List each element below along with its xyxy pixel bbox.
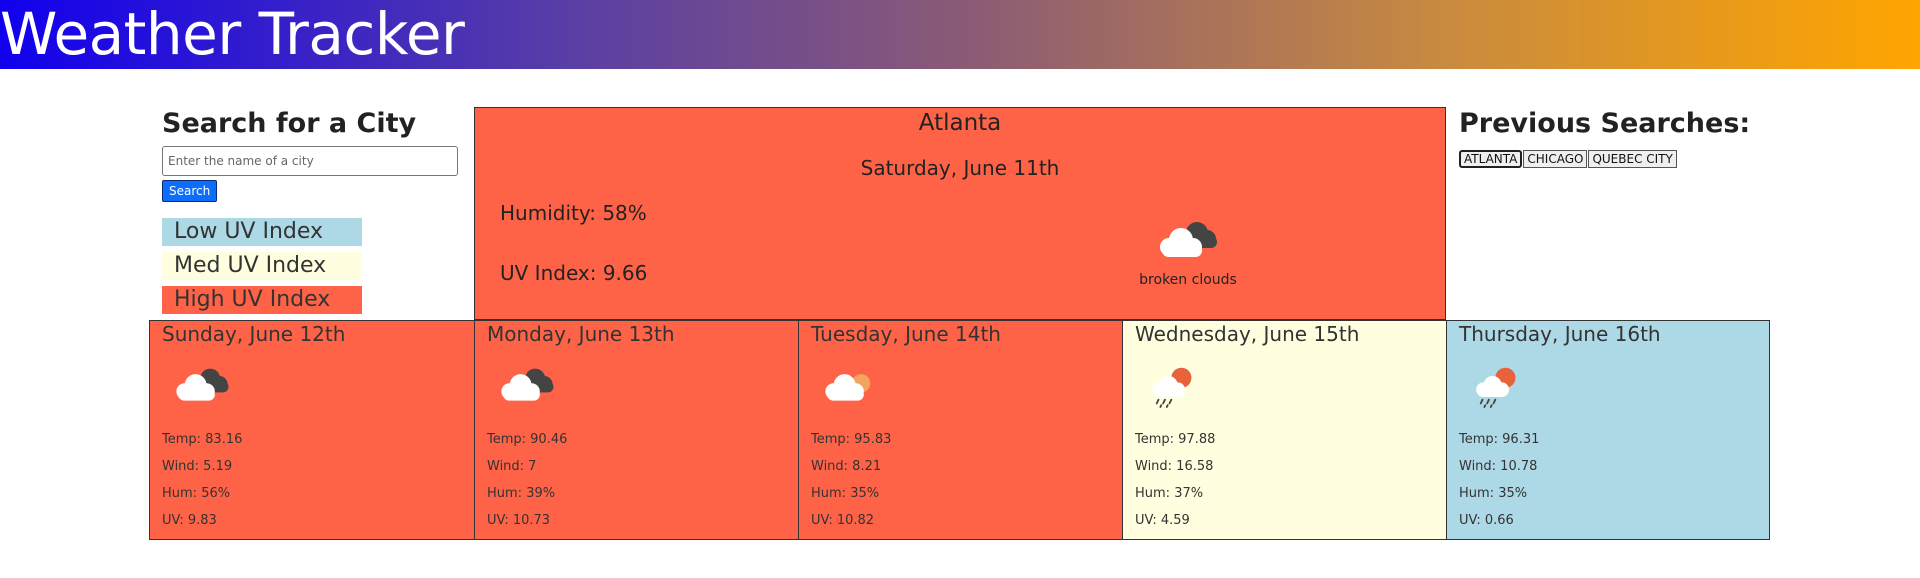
forecast-temp: Temp: 97.88 xyxy=(1135,432,1216,447)
forecast-date: Tuesday, June 14th xyxy=(811,322,1001,346)
forecast-temp: Temp: 95.83 xyxy=(811,432,892,447)
forecast-card: Wednesday, June 15th Temp: 97.88 Wind: 16.… xyxy=(1122,320,1447,540)
forecast-temp: Temp: 96.31 xyxy=(1459,432,1540,447)
previous-searches-list: ATLANTA CHICAGO QUEBEC CITY xyxy=(1459,150,1750,168)
forecast-card: Sunday, June 12th Temp: 83.16 Wind: 5.19 Hu… xyxy=(149,320,475,540)
forecast-date: Monday, June 13th xyxy=(487,322,675,346)
forecast-uv: UV: 10.82 xyxy=(811,513,875,528)
previous-searches-title: Previous Searches: xyxy=(1459,108,1751,139)
few-clouds-icon xyxy=(819,363,883,413)
forecast-wind: Wind: 8.21 xyxy=(811,459,882,474)
forecast-temp: Temp: 83.16 xyxy=(162,432,243,447)
broken-clouds-icon xyxy=(495,363,559,413)
broken-clouds-icon xyxy=(170,363,234,413)
current-uv-index: UV Index: 9.66 xyxy=(500,261,648,285)
forecast-wind: Wind: 10.78 xyxy=(1459,459,1538,474)
forecast-hum: Hum: 37% xyxy=(1135,486,1204,501)
sun-rain-icon xyxy=(1467,363,1531,413)
forecast-hum: Hum: 39% xyxy=(487,486,556,501)
page-title: Weather Tracker xyxy=(0,0,465,68)
current-weather-icon-wrap: broken clouds xyxy=(1123,216,1253,288)
uv-legend: Low UV Index Med UV Index High UV Index xyxy=(162,218,362,320)
forecast-hum: Hum: 35% xyxy=(811,486,880,501)
sun-rain-icon xyxy=(1143,363,1207,413)
broken-clouds-icon xyxy=(1160,222,1217,257)
forecast-uv: UV: 10.73 xyxy=(487,513,551,528)
current-date: Saturday, June 11th xyxy=(860,156,1060,180)
history-button-atlanta[interactable]: ATLANTA xyxy=(1459,150,1523,168)
city-search-input[interactable] xyxy=(162,146,458,176)
legend-low-uv: Low UV Index xyxy=(162,218,362,246)
forecast-date: Thursday, June 16th xyxy=(1459,322,1661,346)
forecast-card: Thursday, June 16th Temp: 96.31 Wind: 10.7… xyxy=(1446,320,1770,540)
forecast-uv: UV: 0.66 xyxy=(1459,513,1514,528)
search-panel: Search for a City Search Low UV Index Me… xyxy=(162,106,462,314)
current-humidity: Humidity: 58% xyxy=(500,201,647,225)
forecast-card: Tuesday, June 14th Temp: 95.83 Wind: 8.21 H… xyxy=(798,320,1123,540)
current-city: Atlanta xyxy=(918,110,1002,136)
current-weather-description: broken clouds xyxy=(1139,272,1237,288)
forecast-hum: Hum: 35% xyxy=(1459,486,1528,501)
forecast-hum: Hum: 56% xyxy=(162,486,231,501)
forecast-date: Wednesday, June 15th xyxy=(1135,322,1360,346)
forecast-wind: Wind: 7 xyxy=(487,459,537,474)
legend-high-uv: High UV Index xyxy=(162,286,362,314)
previous-searches-panel: Previous Searches: ATLANTA CHICAGO QUEBE… xyxy=(1459,106,1750,168)
forecast-card: Monday, June 13th Temp: 90.46 Wind: 7 Hum: … xyxy=(474,320,799,540)
forecast-temp: Temp: 90.46 xyxy=(487,432,568,447)
forecast-uv: UV: 4.59 xyxy=(1135,513,1190,528)
search-button[interactable]: Search xyxy=(162,180,218,202)
forecast-wind: Wind: 5.19 xyxy=(162,459,233,474)
current-weather-card: Atlanta Saturday, June 11th Humidity: 58… xyxy=(474,107,1446,320)
legend-med-uv: Med UV Index xyxy=(162,252,362,280)
forecast-date: Sunday, June 12th xyxy=(162,322,346,346)
header-banner: Weather Tracker xyxy=(0,0,1920,69)
search-title: Search for a City xyxy=(162,108,417,139)
forecast-wind: Wind: 16.58 xyxy=(1135,459,1214,474)
history-button-chicago[interactable]: CHICAGO xyxy=(1523,150,1588,168)
forecast-uv: UV: 9.83 xyxy=(162,513,217,528)
history-button-quebec-city[interactable]: QUEBEC CITY xyxy=(1588,150,1677,168)
